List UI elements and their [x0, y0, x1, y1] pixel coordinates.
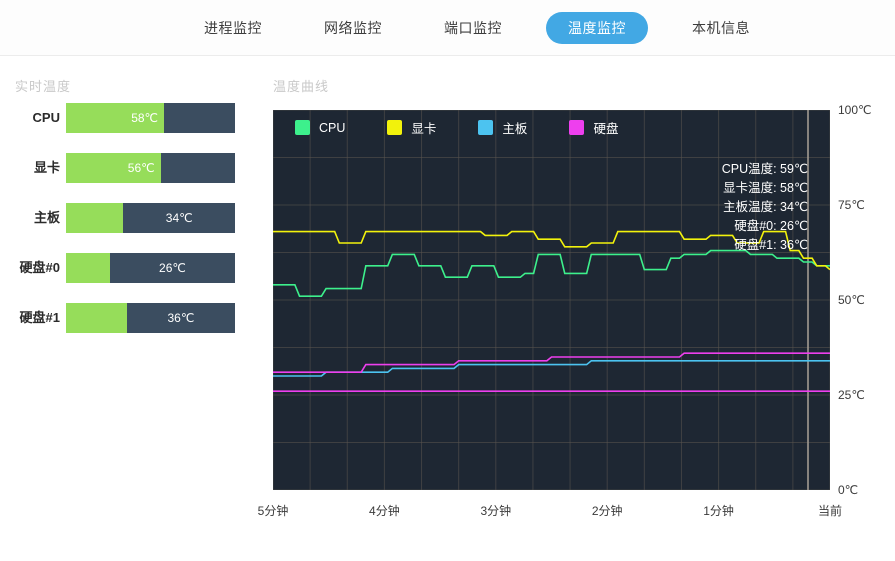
y-axis-tick: 25℃	[838, 388, 865, 402]
temperature-bar-value: 36℃	[167, 311, 195, 325]
x-axis-tick: 当前	[817, 504, 843, 518]
temperature-bar-fill	[66, 303, 127, 333]
temperature-bar-track: 34℃	[66, 203, 235, 233]
temperature-chart-plot[interactable]: CPU 显卡 主板 硬盘 CPU温度: 59℃ 显卡温度: 58℃ 主板温度: 34℃ 硬盘…	[273, 110, 830, 490]
legend-label: CPU	[319, 120, 346, 135]
x-axis-tick: 3分钟	[480, 504, 512, 518]
x-axis-tick: 2分钟	[591, 504, 623, 518]
realtime-temperature-title: 实时温度	[15, 79, 72, 94]
temperature-bar-value: 34℃	[165, 211, 193, 225]
legend-item-显卡[interactable]: 显卡	[387, 118, 436, 137]
nav-item-list: 进程监控 网络监控 端口监控 温度监控 本机信息	[186, 11, 794, 44]
temperature-bar-value: 58℃	[131, 111, 159, 125]
readout-line: 硬盘#1: 36℃	[734, 238, 808, 252]
temperature-chart-title: 温度曲线	[273, 79, 330, 94]
top-navbar: 进程监控 网络监控 端口监控 温度监控 本机信息	[0, 0, 895, 56]
temperature-bar-row: CPU 58℃	[0, 103, 258, 153]
nav-tab-4[interactable]: 本机信息	[674, 14, 768, 42]
temperature-bar-value: 26℃	[159, 261, 186, 275]
temperature-bar-value: 56℃	[127, 161, 155, 175]
legend-item-主板[interactable]: 主板	[478, 118, 527, 137]
nav-tab-3[interactable]: 温度监控	[546, 11, 648, 44]
chart-readout-box: CPU温度: 59℃ 显卡温度: 58℃ 主板温度: 34℃ 硬盘#0: 26℃ 硬盘#…	[722, 160, 808, 255]
legend-item-硬盘[interactable]: 硬盘	[569, 118, 618, 137]
legend-swatch-icon	[478, 120, 494, 135]
x-axis-tick: 5分钟	[257, 504, 289, 518]
x-axis-tick: 4分钟	[369, 504, 400, 518]
temperature-bar-track: 56℃	[66, 153, 235, 183]
legend-swatch-icon	[295, 120, 310, 135]
readout-line: 主板温度: 34℃	[723, 200, 808, 214]
nav-tab-1[interactable]: 网络监控	[306, 14, 400, 42]
temperature-bar-list: CPU 58℃ 显卡 56℃ 主板 34℃ 硬盘#0 26℃ 硬盘#1 36℃	[0, 103, 258, 353]
legend-label: 硬盘	[593, 122, 619, 136]
temperature-bar-label: CPU	[32, 110, 60, 125]
x-axis-tick: 1分钟	[703, 504, 734, 518]
temperature-bar-label: 硬盘#0	[19, 260, 60, 275]
temperature-bar-track: 36℃	[66, 303, 235, 333]
temperature-bar-fill	[66, 203, 124, 233]
temperature-bar-track: 26℃	[66, 253, 235, 283]
legend-item-CPU[interactable]: CPU	[295, 120, 345, 135]
y-axis-labels: 100℃ 75℃ 50℃ 25℃ 0℃	[838, 103, 895, 497]
legend-label: 主板	[502, 122, 528, 136]
temperature-bar-track: 58℃	[66, 103, 235, 133]
temperature-bar-row: 硬盘#0 26℃	[0, 253, 258, 303]
legend-label: 显卡	[411, 122, 437, 136]
realtime-temperature-panel: 实时温度 CPU 58℃ 显卡 56℃ 主板 34℃ 硬盘#0 26℃ 硬盘#1 36℃	[0, 57, 258, 561]
temperature-monitor-page: 进程监控 网络监控 端口监控 温度监控 本机信息 实时温度 CPU 58℃ 显卡 56℃ 主板 3…	[0, 0, 895, 561]
chart-legend: CPU 显卡 主板 硬盘	[295, 118, 660, 137]
readout-line: 显卡温度: 58℃	[723, 181, 808, 195]
legend-swatch-icon	[387, 120, 403, 135]
x-axis-labels: 5分钟 4分钟 3分钟 2分钟 1分钟 当前	[258, 502, 895, 532]
y-axis-tick: 100℃	[838, 103, 872, 117]
nav-tab-2[interactable]: 端口监控	[426, 14, 520, 42]
nav-tab-0[interactable]: 进程监控	[186, 14, 280, 42]
temperature-bar-label: 显卡	[33, 160, 60, 175]
temperature-bar-fill	[66, 253, 110, 283]
temperature-bar-row: 硬盘#1 36℃	[0, 303, 258, 353]
readout-line: 硬盘#0: 26℃	[734, 219, 808, 233]
y-axis-tick: 0℃	[838, 483, 859, 497]
temperature-bar-row: 主板 34℃	[0, 203, 258, 253]
y-axis-tick: 50℃	[838, 293, 865, 307]
readout-line: CPU温度: 59℃	[721, 162, 808, 176]
y-axis-tick: 75℃	[838, 198, 865, 212]
temperature-chart-panel: 温度曲线 CPU 显卡 主板 硬盘 CPU温度: 59℃ 显卡温度: 58℃ 主板温度: …	[258, 57, 895, 561]
temperature-bar-label: 硬盘#1	[19, 310, 60, 325]
legend-swatch-icon	[569, 120, 585, 135]
temperature-bar-row: 显卡 56℃	[0, 153, 258, 203]
temperature-bar-label: 主板	[33, 210, 60, 225]
